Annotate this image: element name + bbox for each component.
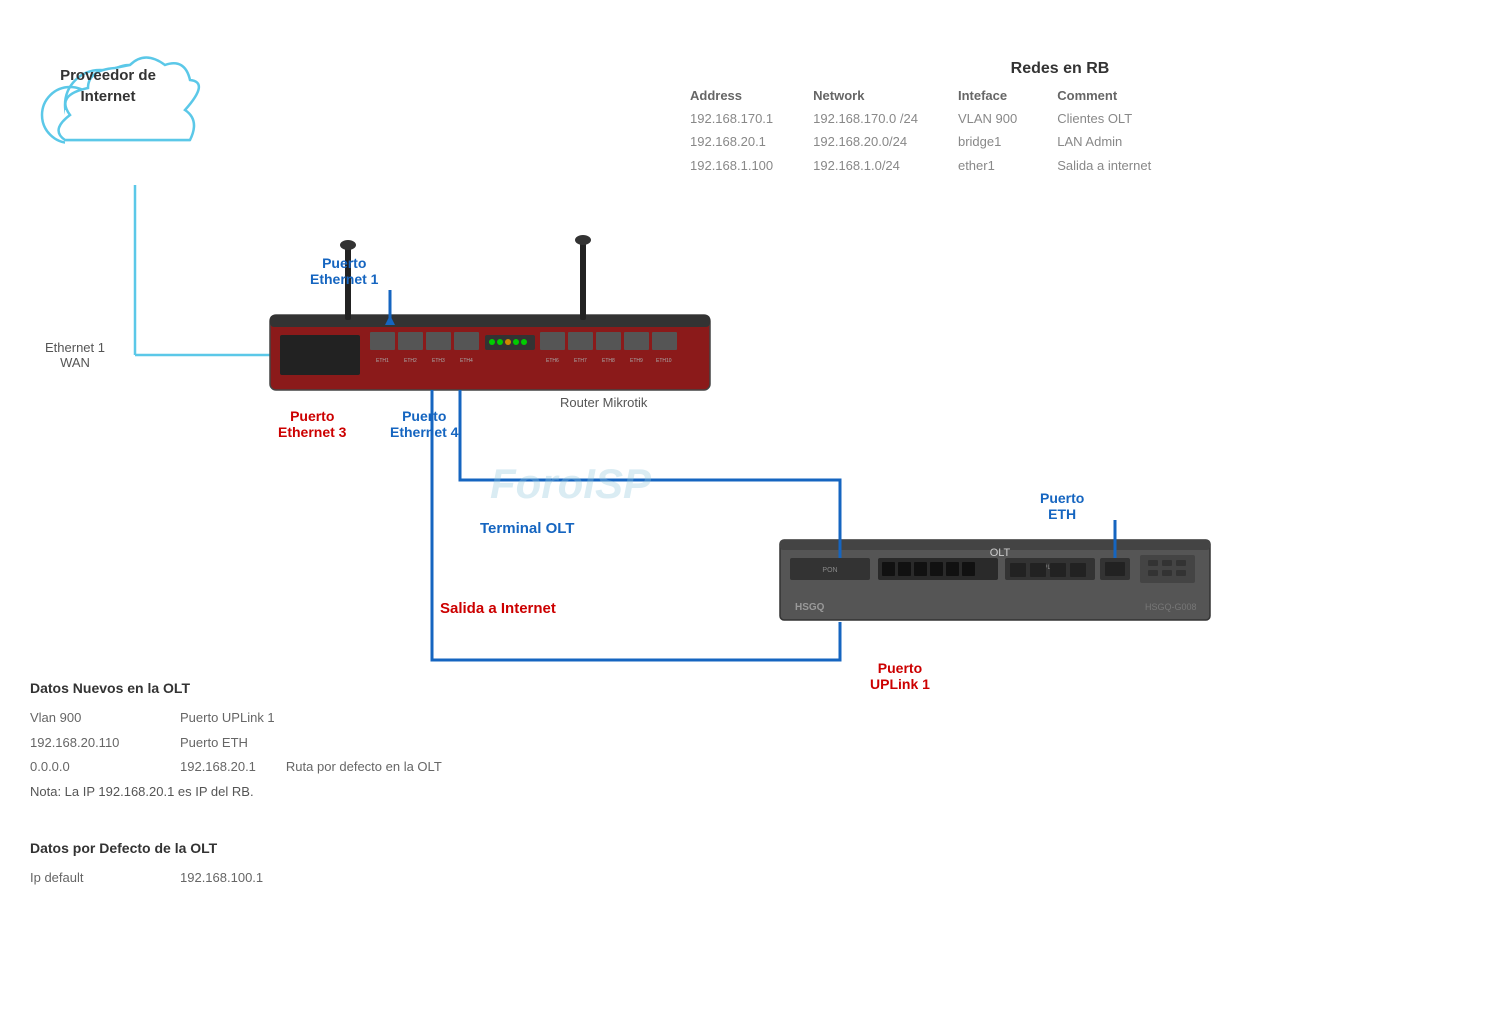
datos-row-1: Vlan 900 Puerto UPLink 1 xyxy=(30,706,630,731)
watermark: ForoISP xyxy=(490,460,651,508)
datos-row-2: 192.168.20.110 Puerto ETH xyxy=(30,731,630,756)
svg-text:HSGQ-G008: HSGQ-G008 xyxy=(1145,602,1197,612)
datos-defecto-row: Ip default 192.168.100.1 xyxy=(30,866,430,891)
svg-text:ETH8: ETH8 xyxy=(602,358,615,364)
datos-defecto-section: Datos por Defecto de la OLT Ip default 1… xyxy=(30,840,430,891)
redes-col-interface: Inteface VLAN 900bridge1ether1 xyxy=(958,88,1017,177)
redes-rb-section: Redes en RB Address 192.168.170.1192.168… xyxy=(650,60,1470,177)
svg-text:ETH2: ETH2 xyxy=(404,358,417,364)
label-salida-internet: Salida a Internet xyxy=(440,600,556,617)
datos-defecto-title: Datos por Defecto de la OLT xyxy=(30,840,430,856)
svg-text:ETH1: ETH1 xyxy=(376,358,389,364)
redes-comments: Clientes OLTLAN AdminSalida a internet xyxy=(1057,107,1151,177)
svg-text:ETH10: ETH10 xyxy=(656,358,672,364)
datos-nuevos-title: Datos Nuevos en la OLT xyxy=(30,680,630,696)
svg-text:ETH7: ETH7 xyxy=(574,358,587,364)
svg-text:UPLINK: UPLINK xyxy=(1039,565,1061,571)
redes-col-network: Network 192.168.170.0 /24192.168.20.0/24… xyxy=(813,88,918,177)
datos-row-3: 0.0.0.0 192.168.20.1 Ruta por defecto en… xyxy=(30,755,630,780)
redes-rb-title: Redes en RB xyxy=(650,60,1470,78)
label-puerto-uplink1: Puerto UPLink 1 xyxy=(870,660,930,692)
datos-nuevos-section: Datos Nuevos en la OLT Vlan 900 Puerto U… xyxy=(30,680,630,799)
datos-nota: Nota: La IP 192.168.20.1 es IP del RB. xyxy=(30,784,630,799)
svg-text:ETH4: ETH4 xyxy=(460,358,473,364)
redes-col-comment: Comment Clientes OLTLAN AdminSalida a in… xyxy=(1057,88,1151,177)
svg-text:ETH9: ETH9 xyxy=(630,358,643,364)
label-ethernet1-wan: Ethernet 1 WAN xyxy=(45,340,105,370)
datos-nuevos-table: Vlan 900 Puerto UPLink 1 192.168.20.110 … xyxy=(30,706,630,780)
svg-text:HSGQ: HSGQ xyxy=(795,602,825,613)
svg-text:PON: PON xyxy=(822,567,837,574)
redes-interfaces: VLAN 900bridge1ether1 xyxy=(958,107,1017,177)
label-terminal-olt: Terminal OLT xyxy=(480,520,574,537)
redes-networks: 192.168.170.0 /24192.168.20.0/24192.168.… xyxy=(813,107,918,177)
ip-default-label: Ip default xyxy=(30,866,150,891)
label-puerto-eth-olt: Puerto ETH xyxy=(1040,490,1084,522)
label-puerto-eth3: Puerto Ethernet 3 xyxy=(278,408,346,440)
label-puerto-eth1: Puerto Ethernet 1 xyxy=(310,255,378,287)
redes-rb-table: Address 192.168.170.1192.168.20.1192.168… xyxy=(650,88,1470,177)
label-router-mikrotik: Router Mikrotik xyxy=(560,395,647,410)
cloud-label: Proveedor de Internet xyxy=(38,65,178,107)
svg-text:ETH3: ETH3 xyxy=(432,358,445,364)
diagram-container: ETH1 ETH2 ETH3 ETH4 ETH6 ETH7 ETH8 ETH9 … xyxy=(0,0,1500,1031)
redes-addresses: 192.168.170.1192.168.20.1192.168.1.100 xyxy=(690,107,773,177)
olt-device-body: OLT PON UPLINK xyxy=(780,540,1210,620)
svg-text:ETH6: ETH6 xyxy=(546,358,559,364)
label-puerto-eth4: Puerto Ethernet 4 xyxy=(390,408,458,440)
redes-col-address: Address 192.168.170.1192.168.20.1192.168… xyxy=(690,88,773,177)
svg-text:OLT: OLT xyxy=(990,547,1011,559)
ip-default-value: 192.168.100.1 xyxy=(180,866,263,891)
